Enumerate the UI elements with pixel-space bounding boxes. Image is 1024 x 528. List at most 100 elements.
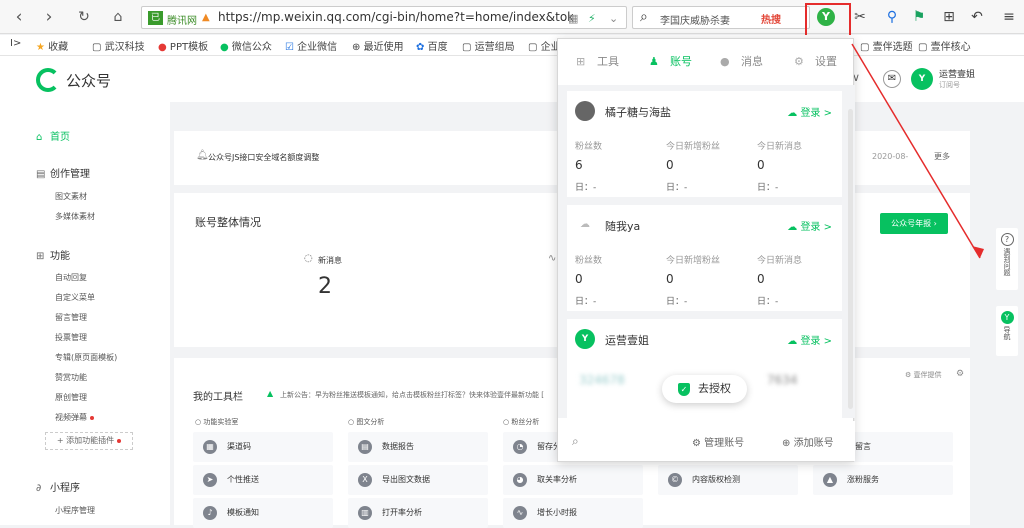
menu-icon[interactable]: ≡	[1000, 8, 1018, 26]
nav-float[interactable]: Y 导航	[996, 306, 1018, 356]
bookmark-item[interactable]: ★ 收藏	[36, 38, 68, 53]
wechat-mp-logo-icon	[36, 68, 60, 92]
sidebar-item-func[interactable]: ⊞ 功能	[36, 247, 70, 262]
sidebar-item-create[interactable]: ▤ 创作管理	[36, 165, 90, 180]
tool-item[interactable]: ▦ 渠道码	[193, 432, 333, 462]
bookmark-item[interactable]: ☑ 企业微信	[285, 38, 337, 53]
security-icon: ▲	[202, 12, 210, 23]
tool-item[interactable]: ♪ 模板通知	[193, 498, 333, 528]
forward-icon[interactable]: ›	[39, 7, 59, 27]
account-card: 橘子糖与海盐 ☁ 登录 > 粉丝数 6 日：- 今日新增粉丝 0 日：- 今日新消息 0 日…	[567, 91, 842, 197]
bookmark-item[interactable]: ● PPT模板	[158, 38, 208, 53]
bookmark-item[interactable]: ▢ 运营组局	[462, 38, 515, 53]
tab-tools[interactable]: ⊞ 工具	[576, 53, 619, 69]
sidebar-item-mini[interactable]: ∂ 小程序	[36, 479, 80, 494]
speed-icon[interactable]: ⚡	[588, 12, 596, 25]
bell-icon: 🔔︎	[196, 150, 209, 161]
help-float[interactable]: ? 遇到问题	[996, 228, 1018, 290]
reload-icon[interactable]: ↻	[74, 7, 94, 27]
login-link[interactable]: ☁ 登录 >	[787, 104, 832, 119]
grid-icon[interactable]: ⊞	[940, 8, 958, 26]
address-bar[interactable]: 已 腾讯网 ▲ https://mp.weixin.qq.com/cgi-bin…	[141, 6, 627, 29]
sidebar-item-home[interactable]: ⌂ 首页	[36, 128, 70, 143]
blurred-stat: 324678	[579, 373, 625, 387]
bookmark-panel-icon[interactable]: I>	[10, 38, 21, 49]
tab-accounts[interactable]: ♟ 账号	[649, 53, 692, 69]
toolbar-notice[interactable]: 上新公告：早为粉丝推送模板通知，给点击模板粉丝打标签？快来体验壹伴最新功能 [	[280, 390, 555, 400]
scrollbar[interactable]	[848, 109, 853, 409]
tool-item[interactable]: ▥ 打开率分析	[348, 498, 488, 528]
send-icon: ➤	[203, 473, 217, 487]
sidebar-sub-item[interactable]: 视频弹幕	[55, 412, 94, 423]
sidebar-sub-item[interactable]: 多媒体素材	[55, 211, 95, 222]
tool-item[interactable]: ∿ 增长小时报	[503, 498, 643, 528]
qrcode-icon: ▦	[203, 440, 217, 454]
bookmark-item[interactable]: ▢ 壹伴选题	[860, 38, 913, 53]
tab-messages[interactable]: ● 消息	[720, 53, 763, 69]
sidebar-sub-item[interactable]: 图文素材	[55, 191, 87, 202]
sidebar-sub-item[interactable]: 留言管理	[55, 312, 87, 323]
tab-settings[interactable]: ⚙ 设置	[794, 53, 837, 69]
hot-search-badge[interactable]: 热搜	[761, 11, 781, 26]
manage-accounts-button[interactable]: ⚙ 管理账号	[692, 434, 744, 449]
trend-icon: ∿	[548, 253, 557, 264]
tool-item[interactable]: X 导出图文数据	[348, 465, 488, 495]
bookmark-item[interactable]: ▢ 武汉科技	[92, 38, 145, 53]
account-name: 运营壹姐	[605, 334, 649, 347]
bell-icon: ▲	[267, 389, 274, 398]
undo-icon[interactable]: ↶	[968, 8, 986, 26]
login-link[interactable]: ☁ 登录 >	[787, 332, 832, 347]
back-icon[interactable]: ‹	[9, 7, 29, 27]
search-icon[interactable]: ⌕	[572, 434, 579, 449]
retention-icon: ◔	[513, 440, 527, 454]
qr-icon[interactable]: ▦	[568, 12, 578, 25]
copyright-icon: ©	[668, 473, 682, 487]
tool-item[interactable]: ▤ 数据报告	[348, 432, 488, 462]
account-name[interactable]: 运营壹姐	[939, 67, 975, 80]
tool-item[interactable]: © 内容版权检测	[658, 465, 798, 495]
account-name: 随我ya	[605, 220, 641, 233]
authorize-button[interactable]: ✓ 去授权	[662, 375, 747, 403]
mp-page: 公众号 ∨ ✉ Y 运营壹姐 订阅号 ⌂ 首页 ▤ 创作管理 图文素材 多媒体素材 …	[0, 56, 1024, 528]
overview-title: 账号整体情况	[195, 216, 261, 229]
search-query[interactable]: 李国庆威胁杀妻	[660, 12, 730, 27]
add-account-button[interactable]: ⊕ 添加账号	[782, 434, 834, 449]
scissors-icon[interactable]: ✂	[851, 8, 869, 26]
bookmark-item[interactable]: ▢ 企业	[528, 38, 561, 53]
bookmark-item[interactable]: ✿ 百度	[416, 38, 448, 53]
sidebar-sub-item[interactable]: 专辑(原页面模板)	[55, 352, 117, 363]
tool-item[interactable]: ➤ 个性推送	[193, 465, 333, 495]
sidebar-sub-item[interactable]: 自定义菜单	[55, 292, 95, 303]
category-label: ○ 图文分析	[348, 418, 385, 426]
sidebar-sub-item[interactable]: 赞赏功能	[55, 372, 87, 383]
grid-icon: ⊞	[576, 55, 586, 68]
bookmark-item[interactable]: ⊕ 最近使用	[352, 38, 404, 53]
login-link[interactable]: ☁ 登录 >	[787, 218, 832, 233]
magnifier-icon[interactable]: ⚲	[883, 8, 901, 26]
mail-icon[interactable]: ✉	[883, 70, 901, 88]
sidebar-sub-item[interactable]: 原创管理	[55, 392, 87, 403]
url-text[interactable]: https://mp.weixin.qq.com/cgi-bin/home?t=…	[218, 10, 573, 24]
tool-item[interactable]: ◕ 取关率分析	[503, 465, 643, 495]
blurred-stat: 7634	[767, 373, 798, 387]
sidebar-sub-item[interactable]: 小程序管理	[55, 505, 95, 516]
dropdown-icon[interactable]: ⌄	[609, 12, 618, 25]
browser-search[interactable]: ⌕ 李国庆威胁杀妻 热搜	[632, 6, 810, 29]
avatar[interactable]: Y	[911, 68, 933, 90]
bookmark-item[interactable]: ● 微信公众	[220, 38, 272, 53]
pie-icon: ◕	[513, 473, 527, 487]
notice-more-link[interactable]: 更多	[934, 151, 950, 162]
add-plugin-button[interactable]: + 添加功能插件	[45, 432, 133, 450]
notice-text[interactable]: 公众号JS接口安全域名额度调整	[208, 152, 319, 163]
home-icon[interactable]: ⌂	[108, 7, 128, 27]
sidebar-sub-item[interactable]: 自动回复	[55, 272, 87, 283]
red-dot-icon	[90, 415, 94, 420]
stat-column: 粉丝数 0 日：-	[575, 256, 603, 307]
bookmark-item[interactable]: ▢ 壹伴核心	[918, 38, 971, 53]
account-list: 橘子糖与海盐 ☁ 登录 > 粉丝数 6 日：- 今日新增粉丝 0 日：- 今日新消息 0 日…	[558, 85, 855, 418]
tool-item[interactable]: ▲ 涨粉服务	[813, 465, 953, 495]
annual-report-button[interactable]: 公众号年报 ›	[880, 213, 948, 234]
sidebar-sub-item[interactable]: 投票管理	[55, 332, 87, 343]
settings-icon[interactable]: ⚙	[956, 369, 964, 379]
flag-icon[interactable]: ⚑	[910, 8, 928, 26]
